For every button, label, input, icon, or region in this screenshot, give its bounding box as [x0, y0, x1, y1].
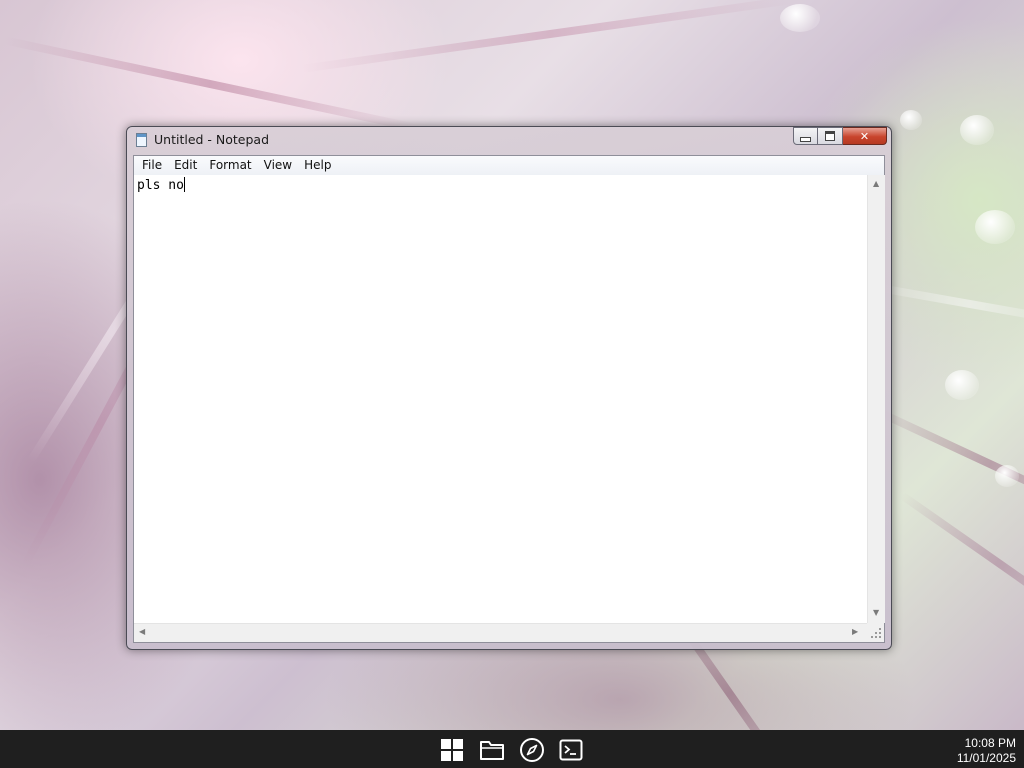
windows-start-icon[interactable] [440, 738, 464, 762]
minimize-icon [800, 136, 811, 142]
file-explorer-icon[interactable] [479, 738, 505, 762]
water-drop [975, 210, 1015, 244]
notepad-icon [136, 133, 147, 147]
water-drop [945, 370, 979, 400]
scroll-right-icon[interactable]: ▶ [852, 627, 858, 636]
system-clock[interactable]: 10:08 PM 11/01/2025 [957, 736, 1016, 766]
window-client-area: File Edit Format View Help pls no ▲ ▼ ◀ … [133, 155, 885, 643]
taskbar: 10:08 PM 11/01/2025 [0, 730, 1024, 768]
menu-format[interactable]: Format [203, 156, 257, 175]
menu-help[interactable]: Help [298, 156, 337, 175]
wallpaper-streak [899, 491, 1024, 637]
caption-buttons: ✕ [793, 127, 887, 146]
scroll-down-icon[interactable]: ▼ [873, 608, 879, 617]
menu-file[interactable]: File [136, 156, 168, 175]
editor-text: pls no [137, 178, 184, 193]
water-drop [960, 115, 994, 145]
browser-compass-icon[interactable] [519, 737, 545, 763]
water-drop [780, 4, 820, 32]
clock-time: 10:08 PM [964, 736, 1016, 750]
resize-grip-icon[interactable] [867, 623, 884, 640]
maximize-icon [825, 131, 835, 141]
maximize-button[interactable] [818, 127, 843, 145]
menu-view[interactable]: View [258, 156, 298, 175]
wallpaper-streak [3, 36, 417, 132]
text-caret [183, 177, 185, 192]
water-drop [900, 110, 922, 130]
notepad-window[interactable]: Untitled - Notepad ✕ File Edit Format Vi… [126, 126, 892, 650]
title-bar[interactable]: Untitled - Notepad ✕ [127, 127, 891, 155]
text-editor-area[interactable]: pls no [134, 175, 867, 623]
minimize-button[interactable] [793, 127, 818, 145]
menu-bar: File Edit Format View Help [134, 156, 884, 176]
scroll-up-icon[interactable]: ▲ [873, 179, 879, 188]
horizontal-scrollbar[interactable]: ◀ ▶ [134, 623, 867, 641]
close-button[interactable]: ✕ [843, 127, 887, 145]
editor-content[interactable]: pls no [137, 177, 185, 193]
water-drop [995, 465, 1019, 487]
wallpaper-streak [870, 405, 1024, 523]
wallpaper-streak [301, 0, 799, 73]
scroll-left-icon[interactable]: ◀ [139, 627, 145, 636]
close-icon: ✕ [859, 129, 870, 143]
clock-date: 11/01/2025 [956, 751, 1016, 765]
window-title: Untitled - Notepad [154, 132, 270, 147]
terminal-icon[interactable] [559, 738, 583, 762]
vertical-scrollbar[interactable]: ▲ ▼ [867, 175, 885, 623]
menu-edit[interactable]: Edit [168, 156, 203, 175]
